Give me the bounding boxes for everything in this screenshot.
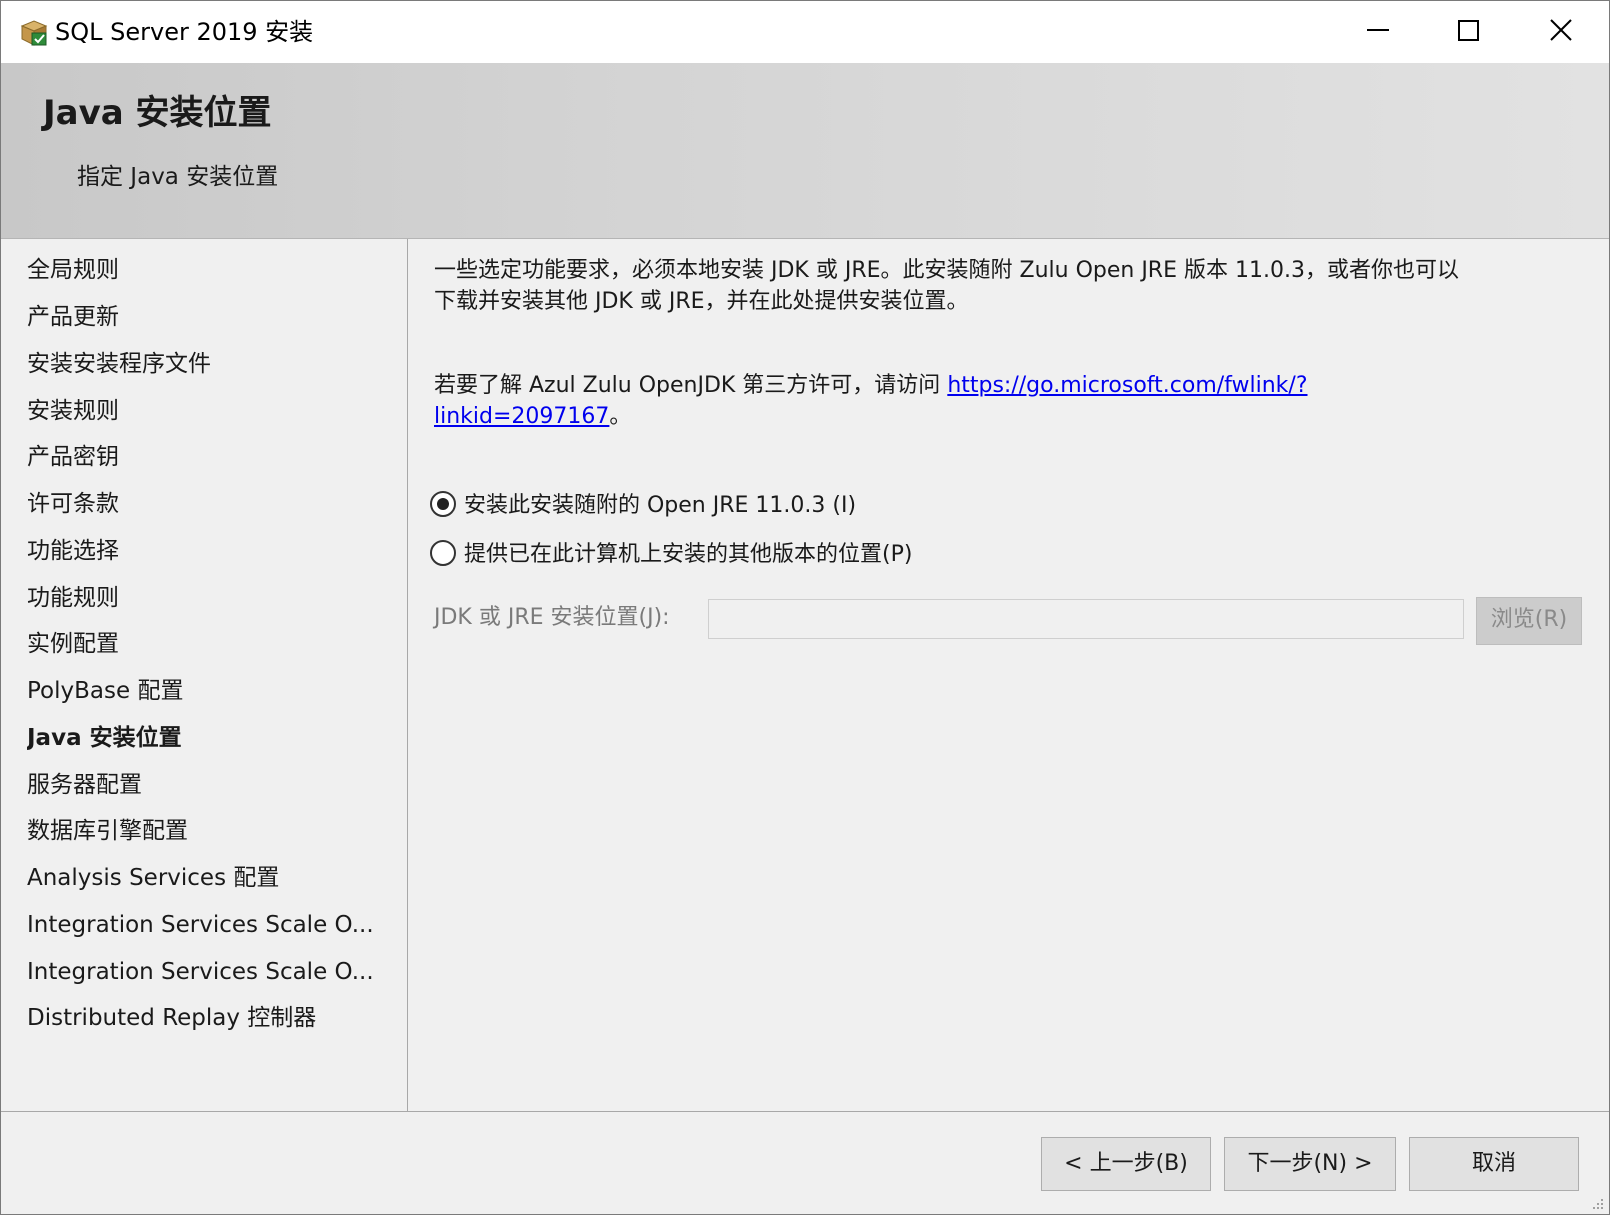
- nav-item-license-terms[interactable]: 许可条款: [27, 487, 387, 521]
- maximize-button[interactable]: [1425, 1, 1517, 63]
- window-title: SQL Server 2019 安装: [55, 18, 314, 46]
- nav-item-analysis-services-config[interactable]: Analysis Services 配置: [27, 861, 387, 895]
- jdk-location-input[interactable]: [708, 599, 1464, 639]
- nav-item-integration-services-scale-out-2[interactable]: Integration Services Scale O...: [27, 955, 387, 989]
- license-text: 若要了解 Azul Zulu OpenJDK 第三方许可，请访问 https:/…: [434, 370, 1308, 432]
- minimize-button[interactable]: [1333, 1, 1425, 63]
- maximize-icon: [1458, 20, 1479, 41]
- resize-grip-icon[interactable]: [1589, 1195, 1605, 1211]
- title-bar[interactable]: SQL Server 2019 安装: [1, 1, 1609, 63]
- previous-button[interactable]: < 上一步(B): [1041, 1137, 1211, 1191]
- minimize-icon: [1367, 29, 1389, 31]
- nav-item-install-setup-files[interactable]: 安装安装程序文件: [27, 347, 387, 381]
- nav-item-feature-rules[interactable]: 功能规则: [27, 581, 387, 615]
- intro-line-1: 一些选定功能要求，必须本地安装 JDK 或 JRE。此安装随附 Zulu Ope…: [434, 258, 1459, 283]
- page-subtitle: 指定 Java 安装位置: [77, 164, 279, 190]
- radio-install-bundled-jre-label: 安装此安装随附的 Open JRE 11.0.3 (I): [464, 493, 857, 518]
- license-link-continued[interactable]: linkid=2097167: [434, 404, 609, 429]
- close-icon: [1550, 19, 1572, 41]
- license-link[interactable]: https://go.microsoft.com/fwlink/?: [947, 373, 1307, 398]
- nav-item-instance-config[interactable]: 实例配置: [27, 627, 387, 661]
- intro-text: 一些选定功能要求，必须本地安装 JDK 或 JRE。此安装随附 Zulu Ope…: [434, 255, 1459, 317]
- radio-button-checked[interactable]: [430, 491, 456, 517]
- nav-item-feature-selection[interactable]: 功能选择: [27, 534, 387, 568]
- jdk-location-label: JDK 或 JRE 安装位置(J):: [434, 605, 670, 630]
- license-prefix: 若要了解 Azul Zulu OpenJDK 第三方许可，请访问: [434, 373, 948, 398]
- wizard-steps-nav: 全局规则 产品更新 安装安装程序文件 安装规则 产品密钥 许可条款 功能选择 功…: [1, 239, 408, 1111]
- nav-item-database-engine-config[interactable]: 数据库引擎配置: [27, 814, 387, 848]
- setup-window: SQL Server 2019 安装 Java 安装位置 指定 Java 安装位…: [0, 0, 1610, 1215]
- radio-button-unchecked[interactable]: [430, 540, 456, 566]
- content-panel: 一些选定功能要求，必须本地安装 JDK 或 JRE。此安装随附 Zulu Ope…: [408, 239, 1609, 1111]
- sql-setup-package-icon: [20, 20, 48, 46]
- license-suffix: 。: [609, 404, 632, 429]
- nav-item-install-rules[interactable]: 安装规则: [27, 394, 387, 428]
- next-button[interactable]: 下一步(N) >: [1224, 1137, 1396, 1191]
- nav-item-product-key[interactable]: 产品密钥: [27, 440, 387, 474]
- close-button[interactable]: [1517, 1, 1609, 63]
- radio-provide-other-location-label: 提供已在此计算机上安装的其他版本的位置(P): [464, 542, 913, 567]
- intro-line-2: 下载并安装其他 JDK 或 JRE，并在此处提供安装位置。: [434, 289, 969, 314]
- browse-button[interactable]: 浏览(R): [1476, 597, 1582, 645]
- nav-item-product-updates[interactable]: 产品更新: [27, 300, 387, 334]
- page-header: Java 安装位置 指定 Java 安装位置: [1, 63, 1609, 239]
- radio-provide-other-location[interactable]: 提供已在此计算机上安装的其他版本的位置(P): [430, 538, 912, 572]
- nav-item-java-install-location[interactable]: Java 安装位置: [27, 721, 387, 755]
- radio-install-bundled-jre[interactable]: 安装此安装随附的 Open JRE 11.0.3 (I): [430, 489, 856, 523]
- wizard-footer: < 上一步(B) 下一步(N) > 取消: [1, 1111, 1609, 1214]
- nav-item-integration-services-scale-out-1[interactable]: Integration Services Scale O...: [27, 908, 387, 942]
- nav-item-global-rules[interactable]: 全局规则: [27, 253, 387, 287]
- nav-item-distributed-replay-controller[interactable]: Distributed Replay 控制器: [27, 1001, 387, 1035]
- cancel-button[interactable]: 取消: [1409, 1137, 1579, 1191]
- nav-item-server-config[interactable]: 服务器配置: [27, 768, 387, 802]
- page-title: Java 安装位置: [43, 93, 272, 133]
- nav-item-polybase-config[interactable]: PolyBase 配置: [27, 674, 387, 708]
